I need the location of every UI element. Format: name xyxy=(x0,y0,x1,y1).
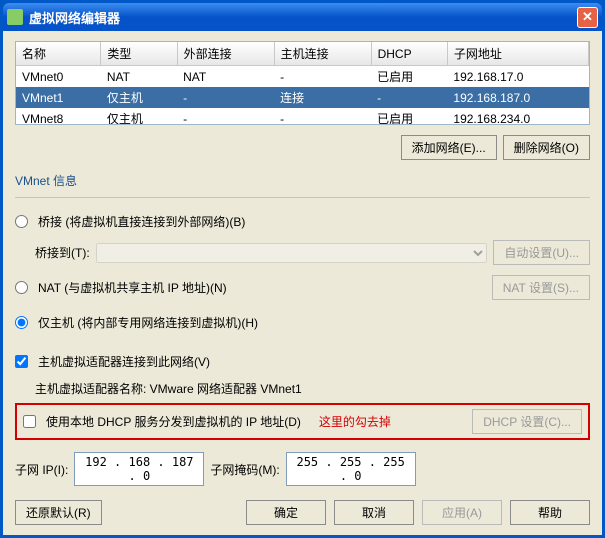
check-host-adapter[interactable] xyxy=(15,355,28,368)
table-header[interactable]: DHCP xyxy=(371,42,447,66)
subnet-ip-label: 子网 IP(I): xyxy=(15,461,68,478)
annotation-text: 这里的勾去掉 xyxy=(319,413,391,430)
bridge-to-select xyxy=(96,243,488,263)
table-cell: VMnet1 xyxy=(16,87,101,108)
table-cell: 仅主机 xyxy=(101,108,177,125)
nat-set-button: NAT 设置(S)... xyxy=(492,275,590,300)
subnet-mask-field[interactable]: 255 . 255 . 255 . 0 xyxy=(286,452,416,486)
table-cell: 192.168.187.0 xyxy=(447,87,588,108)
apply-button: 应用(A) xyxy=(422,500,502,525)
content-area: 名称类型外部连接主机连接DHCP子网地址 VMnet0NATNAT-已启用192… xyxy=(3,31,602,535)
table-cell: 192.168.17.0 xyxy=(447,66,588,88)
table-cell: 仅主机 xyxy=(101,87,177,108)
table-header[interactable]: 类型 xyxy=(101,42,177,66)
table-cell: NAT xyxy=(101,66,177,88)
host-adapter-name: 主机虚拟适配器名称: VMware 网络适配器 VMnet1 xyxy=(35,380,302,397)
table-header[interactable]: 外部连接 xyxy=(177,42,274,66)
close-button[interactable]: ✕ xyxy=(577,7,598,28)
help-button[interactable]: 帮助 xyxy=(510,500,590,525)
radio-bridged[interactable] xyxy=(15,215,28,228)
cancel-button[interactable]: 取消 xyxy=(334,500,414,525)
dhcp-set-button: DHCP 设置(C)... xyxy=(472,409,582,434)
radio-nat-label: NAT (与虚拟机共享主机 IP 地址)(N) xyxy=(38,279,227,296)
table-cell: VMnet0 xyxy=(16,66,101,88)
window-title: 虚拟网络编辑器 xyxy=(29,8,577,27)
radio-bridged-label: 桥接 (将虚拟机直接连接到外部网络)(B) xyxy=(38,213,245,230)
table-cell: 已启用 xyxy=(371,108,447,125)
radio-hostonly[interactable] xyxy=(15,316,28,329)
bridge-to-label: 桥接到(T): xyxy=(35,244,90,261)
add-network-button[interactable]: 添加网络(E)... xyxy=(401,135,497,160)
remove-network-button[interactable]: 删除网络(O) xyxy=(503,135,590,160)
table-cell: - xyxy=(177,108,274,125)
table-cell: - xyxy=(371,87,447,108)
table-header[interactable]: 主机连接 xyxy=(274,42,371,66)
check-dhcp-label: 使用本地 DHCP 服务分发到虚拟机的 IP 地址(D) xyxy=(46,413,301,430)
table-cell: - xyxy=(177,87,274,108)
table-cell: NAT xyxy=(177,66,274,88)
table-cell: VMnet8 xyxy=(16,108,101,125)
network-table: 名称类型外部连接主机连接DHCP子网地址 VMnet0NATNAT-已启用192… xyxy=(15,41,590,125)
check-dhcp[interactable] xyxy=(23,415,36,428)
table-cell: - xyxy=(274,108,371,125)
table-row[interactable]: VMnet8仅主机--已启用192.168.234.0 xyxy=(16,108,589,125)
table-row[interactable]: VMnet1仅主机-连接-192.168.187.0 xyxy=(16,87,589,108)
annotation-box: 使用本地 DHCP 服务分发到虚拟机的 IP 地址(D) 这里的勾去掉 DHCP… xyxy=(15,403,590,440)
table-cell: - xyxy=(274,66,371,88)
radio-hostonly-label: 仅主机 (将内部专用网络连接到虚拟机)(H) xyxy=(38,314,258,331)
table-header[interactable]: 子网地址 xyxy=(447,42,588,66)
table-header[interactable]: 名称 xyxy=(16,42,101,66)
app-icon xyxy=(7,9,23,25)
check-host-adapter-label: 主机虚拟适配器连接到此网络(V) xyxy=(38,353,210,370)
table-cell: 连接 xyxy=(274,87,371,108)
subnet-mask-label: 子网掩码(M): xyxy=(210,461,279,478)
titlebar: 虚拟网络编辑器 ✕ xyxy=(3,3,602,31)
table-cell: 192.168.234.0 xyxy=(447,108,588,125)
vmnet-info-title: VMnet 信息 xyxy=(15,172,590,189)
auto-set-button: 自动设置(U)... xyxy=(493,240,590,265)
table-row[interactable]: VMnet0NATNAT-已启用192.168.17.0 xyxy=(16,66,589,88)
subnet-ip-field[interactable]: 192 . 168 . 187 . 0 xyxy=(74,452,204,486)
ok-button[interactable]: 确定 xyxy=(246,500,326,525)
restore-defaults-button[interactable]: 还原默认(R) xyxy=(15,500,102,525)
table-cell: 已启用 xyxy=(371,66,447,88)
radio-nat[interactable] xyxy=(15,281,28,294)
